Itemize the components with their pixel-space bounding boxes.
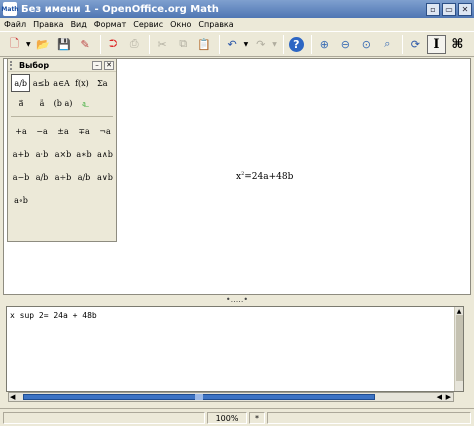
scroll-left-end-arrow-icon[interactable]: ◀	[437, 393, 442, 401]
menu-help[interactable]: Справка	[198, 20, 233, 29]
app-icon: Math	[1, 2, 19, 16]
symbol-multiply-star[interactable]: a∗b	[74, 144, 94, 164]
export-pdf-icon[interactable]: ⮊	[104, 35, 123, 54]
toolbar-separator	[282, 34, 284, 54]
symbol-multiply-cross[interactable]: a×b	[53, 144, 73, 164]
edit-file-icon[interactable]: ✎	[76, 35, 95, 54]
formula-preview: x2=24a+48b	[236, 171, 293, 182]
symbol-concatenate[interactable]: a∘b	[11, 190, 31, 210]
menu-format[interactable]: Формат	[94, 20, 126, 29]
category-brackets[interactable]: (b a)	[53, 94, 73, 112]
menu-edit[interactable]: Правка	[33, 20, 63, 29]
toolbar-separator	[401, 34, 403, 54]
scroll-right-arrow-icon[interactable]: ▶	[446, 393, 451, 401]
category-row: a/b a≤b a∈A f(x) Σa	[8, 72, 116, 92]
formula-cursor-icon[interactable]: I	[426, 34, 446, 54]
print-icon[interactable]: ⎙	[125, 35, 144, 54]
selection-panel-title: Выбор	[19, 60, 50, 70]
category-relations[interactable]: a≤b	[31, 74, 50, 92]
panel-divider	[11, 116, 113, 117]
undo-icon[interactable]: ↶	[223, 35, 242, 54]
zoom-100-icon[interactable]: ⊙	[357, 35, 376, 54]
toolbar-separator	[148, 34, 150, 54]
symbol-addition[interactable]: a+b	[11, 144, 31, 164]
copy-icon[interactable]: ⧉	[174, 35, 193, 54]
symbol-not[interactable]: ¬a	[95, 121, 115, 141]
formula-rest: =24a+48b	[244, 172, 294, 182]
scroll-thumb-grip	[195, 394, 203, 400]
symbol-or[interactable]: a∨b	[95, 167, 115, 187]
redo-icon[interactable]: ↷	[251, 35, 270, 54]
symbol-and[interactable]: a∧b	[95, 144, 115, 164]
pane-splitter[interactable]: •.....•	[0, 295, 474, 304]
standard-toolbar: 🗋 ▼ 📂 💾 ✎ ⮊ ⎙ ✂ ⧉ 📋 ↶ ▼ ↷ ▼ ? ⊕ ⊖ ⊙ ⌕ ⟳ …	[0, 31, 474, 57]
cut-icon[interactable]: ✂	[153, 35, 172, 54]
new-document-icon[interactable]: 🗋	[5, 35, 24, 54]
maximize-button[interactable]: ▭	[442, 2, 456, 16]
paste-icon[interactable]: 📋	[195, 35, 214, 54]
menu-view[interactable]: Вид	[71, 20, 87, 29]
category-others[interactable]: ä	[32, 94, 52, 112]
toolbar-separator	[310, 34, 312, 54]
panel-close-button[interactable]: ✕	[104, 60, 114, 70]
symbol-minus-plus[interactable]: ∓a	[74, 121, 94, 141]
menu-bar: Файл Правка Вид Формат Сервис Окно Справ…	[0, 18, 474, 31]
symbol-multiply-dot[interactable]: a·b	[32, 144, 52, 164]
zoom-out-icon[interactable]: ⊖	[336, 35, 355, 54]
window-title: Без имени 1 - OpenOffice.org Math	[21, 3, 219, 15]
new-dropdown-arrow[interactable]: ▼	[26, 41, 31, 48]
vertical-scrollbar[interactable]: ▲	[454, 307, 463, 391]
category-formats[interactable]: a͟	[74, 94, 94, 112]
status-cell-empty	[267, 412, 471, 424]
category-set-operations[interactable]: a∈A	[52, 74, 71, 92]
minimize-button[interactable]: ▫	[426, 2, 440, 16]
open-folder-icon[interactable]: 📂	[34, 35, 53, 54]
scroll-left-arrow-icon[interactable]: ◀	[10, 393, 15, 401]
symbol-subtraction[interactable]: a−b	[11, 167, 31, 187]
category-functions[interactable]: f(x)	[72, 74, 91, 92]
symbol-grid: +a −a ±a ∓a ¬a a+b a·b a×b a∗b a∧b a−b a…	[8, 119, 116, 212]
toolbar-separator	[99, 34, 101, 54]
status-cell-empty	[3, 412, 205, 424]
symbol-fraction[interactable]: a/b	[32, 167, 52, 187]
close-button[interactable]: ✕	[458, 2, 472, 16]
vertical-scroll-thumb[interactable]	[456, 315, 463, 381]
category-row: a⃗ ä (b a) a͟	[8, 92, 116, 112]
zoom-fit-icon[interactable]: ⌕	[378, 35, 397, 54]
modified-indicator: *	[249, 412, 265, 424]
refresh-icon[interactable]: ⟳	[406, 35, 425, 54]
command-pane[interactable]: x sup 2= 24a + 48b ▲	[6, 306, 464, 392]
category-attributes[interactable]: a⃗	[11, 94, 31, 112]
redo-dropdown-arrow[interactable]: ▼	[272, 41, 277, 48]
menu-window[interactable]: Окно	[170, 20, 191, 29]
horizontal-scrollbar[interactable]: ◀ ◀ ▶	[8, 392, 454, 402]
category-operators[interactable]: Σa	[93, 74, 112, 92]
command-input[interactable]: x sup 2= 24a + 48b	[10, 311, 97, 320]
menu-tools[interactable]: Сервис	[133, 20, 163, 29]
title-bar: Math Без имени 1 - OpenOffice.org Math ▫…	[0, 0, 474, 18]
zoom-in-icon[interactable]: ⊕	[315, 35, 334, 54]
symbol-positive[interactable]: +a	[11, 121, 31, 141]
symbol-slash[interactable]: a/b	[74, 167, 94, 187]
menu-file[interactable]: Файл	[4, 20, 26, 29]
save-icon[interactable]: 💾	[55, 35, 74, 54]
symbol-negative[interactable]: −a	[32, 121, 52, 141]
symbol-division[interactable]: a÷b	[53, 167, 73, 187]
selection-panel: Выбор – ✕ a/b a≤b a∈A f(x) Σa a⃗ ä (b a)…	[7, 58, 117, 242]
toolbar-separator	[218, 34, 220, 54]
status-bar: 100% *	[0, 408, 474, 426]
selection-icon[interactable]: ⌘	[448, 35, 467, 54]
category-unary-binary[interactable]: a/b	[11, 74, 31, 92]
panel-grip-icon[interactable]	[10, 60, 16, 70]
zoom-level[interactable]: 100%	[207, 412, 247, 424]
panel-minimize-button[interactable]: –	[92, 60, 102, 70]
selection-panel-header[interactable]: Выбор – ✕	[8, 59, 116, 72]
scroll-up-arrow-icon[interactable]: ▲	[455, 307, 463, 315]
help-icon[interactable]: ?	[288, 36, 304, 52]
symbol-plus-minus[interactable]: ±a	[53, 121, 73, 141]
undo-dropdown-arrow[interactable]: ▼	[244, 41, 249, 48]
